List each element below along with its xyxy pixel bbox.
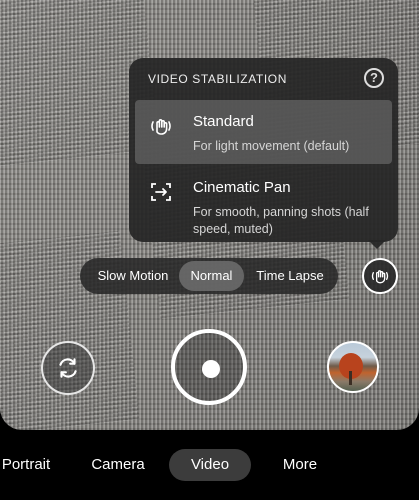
option-title: Standard <box>193 113 254 130</box>
mode-normal[interactable]: Normal <box>179 261 244 291</box>
rotate-camera-icon <box>59 358 77 378</box>
option-description: For smooth, panning shots (half speed, m… <box>193 205 369 236</box>
speed-mode-selector: Slow Motion Normal Time Lapse <box>80 258 338 294</box>
nav-video[interactable]: Video <box>169 449 251 481</box>
nav-portrait[interactable]: Portrait <box>0 449 54 481</box>
hand-shake-icon <box>151 119 171 135</box>
help-icon[interactable]: ? <box>364 68 384 88</box>
thumbnail-trunk <box>349 371 352 385</box>
stabilization-option-cinematic-pan[interactable]: Cinematic Pan For smooth, panning shots … <box>135 166 392 236</box>
stabilization-option-standard[interactable]: Standard For light movement (default) <box>135 100 392 164</box>
nav-camera[interactable]: Camera <box>87 449 149 481</box>
record-button[interactable] <box>171 329 247 405</box>
nav-more[interactable]: More <box>278 449 322 481</box>
camera-mode-nav: Portrait Camera Video More <box>0 430 419 500</box>
video-stabilization-panel: VIDEO STABILIZATION ? Standard For light… <box>129 58 398 242</box>
gallery-thumbnail[interactable] <box>327 341 379 393</box>
mode-time-lapse[interactable]: Time Lapse <box>248 258 332 294</box>
option-description: For light movement (default) <box>193 139 350 153</box>
mode-slow-motion[interactable]: Slow Motion <box>88 258 178 294</box>
switch-camera-button[interactable] <box>41 341 95 395</box>
option-title: Cinematic Pan <box>193 179 291 196</box>
panel-pointer <box>368 240 386 249</box>
record-dot <box>202 360 220 378</box>
pan-arrows-icon <box>151 183 171 201</box>
stabilization-toggle-button[interactable] <box>362 258 398 294</box>
hand-shake-icon <box>371 270 389 284</box>
panel-title: VIDEO STABILIZATION <box>148 72 287 86</box>
